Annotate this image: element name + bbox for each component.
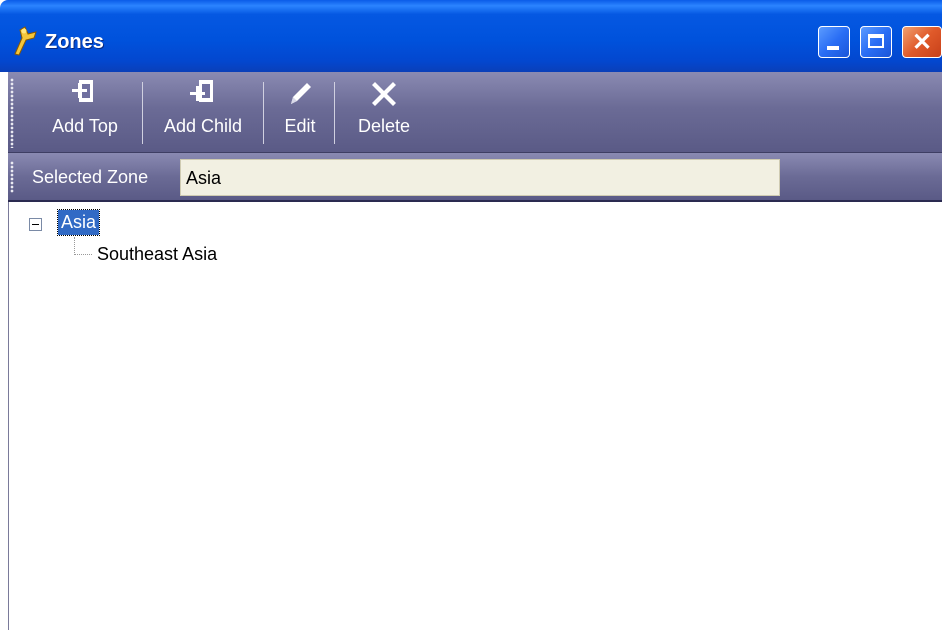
tree-connector [74,254,92,256]
tree-node-southeast-asia[interactable]: Southeast Asia [97,244,217,265]
delete-x-icon [372,82,396,106]
toolbar-separator [263,82,264,144]
minimize-button[interactable] [818,26,850,58]
delete-button[interactable]: Delete [342,78,426,148]
edit-button[interactable]: Edit [270,78,330,148]
close-button[interactable] [902,26,942,58]
add-top-button[interactable]: Add Top [30,78,140,148]
title-bar[interactable]: Zones [0,0,942,72]
zone-tree[interactable]: Asia Southeast Asia [8,202,942,630]
tree-connector [74,237,76,255]
toolbar: Add Top Add Child Edit Delete [8,72,942,153]
selected-zone-bar: Selected Zone Asia [8,153,942,202]
tree-node-asia[interactable]: Asia [56,209,101,236]
add-child-icon [190,80,213,102]
selected-zone-field[interactable]: Asia [180,159,780,196]
pencil-icon [291,83,311,104]
toolbar-separator [334,82,335,144]
window-title: Zones [45,31,104,53]
collapse-toggle-icon[interactable] [29,218,42,231]
add-top-icon [72,80,93,102]
delete-label: Delete [357,116,411,136]
add-child-button[interactable]: Add Child [149,78,257,148]
selected-zone-label: Selected Zone [32,167,149,187]
zones-window: Zones Add Top Add Child [0,0,942,630]
toolbar-grip[interactable] [10,78,14,148]
edit-label: Edit [284,116,316,136]
add-child-label: Add Child [163,116,243,136]
add-top-label: Add Top [52,116,118,136]
toolbar-separator [142,82,143,144]
app-icon [14,26,37,56]
zonebar-grip[interactable] [10,161,14,193]
maximize-button[interactable] [860,26,892,58]
